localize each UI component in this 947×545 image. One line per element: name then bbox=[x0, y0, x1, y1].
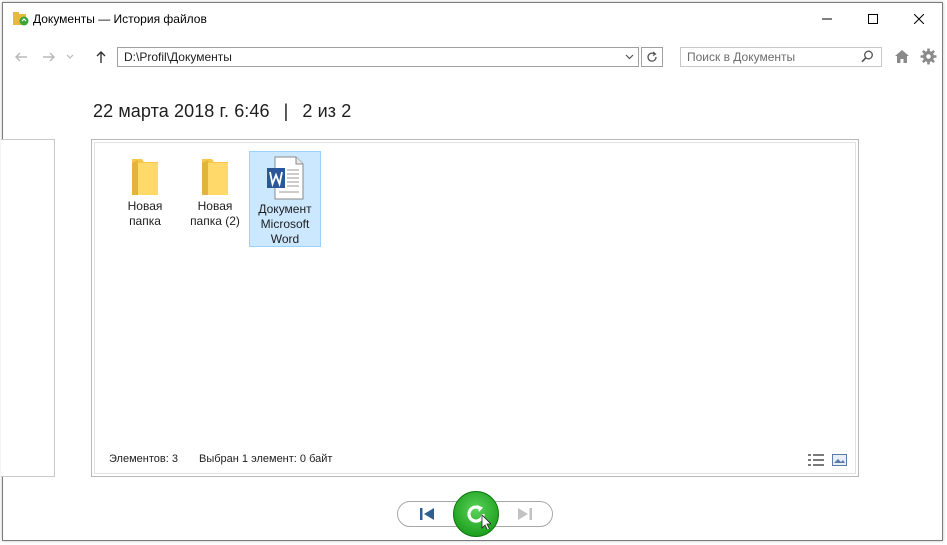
restore-button[interactable] bbox=[453, 491, 499, 537]
back-button[interactable] bbox=[11, 47, 31, 67]
status-bar: Элементов: 3 Выбран 1 элемент: 0 байт bbox=[109, 453, 350, 465]
snapshot-panel: Новая папка Новая папка (2) Документ Mic… bbox=[91, 139, 859, 477]
chevron-down-icon bbox=[66, 54, 74, 59]
folder-item[interactable]: Новая папка (2) bbox=[179, 151, 251, 247]
next-version-button[interactable] bbox=[515, 505, 535, 523]
title-bar: Документы — История файлов bbox=[3, 3, 942, 35]
address-dropdown-button[interactable] bbox=[621, 48, 637, 66]
window-title: Документы — История файлов bbox=[33, 12, 207, 26]
arrow-left-icon bbox=[15, 52, 27, 62]
close-button[interactable] bbox=[896, 3, 942, 35]
refresh-button[interactable] bbox=[641, 47, 663, 67]
snapshot-separator: | bbox=[283, 101, 289, 121]
minimize-icon bbox=[822, 18, 832, 20]
details-view-icon[interactable] bbox=[808, 454, 824, 466]
view-switcher bbox=[808, 454, 847, 466]
navigation-bar: D:\Profil\Документы Поиск в Документы bbox=[3, 43, 942, 71]
item-count: Элементов: 3 bbox=[109, 453, 178, 465]
item-label: Новая папка bbox=[127, 199, 163, 228]
previous-version-button[interactable] bbox=[417, 505, 437, 523]
chevron-down-icon bbox=[625, 54, 633, 60]
restore-icon bbox=[467, 505, 491, 529]
snapshot-header: 22 марта 2018 г. 6:46 | 2 из 2 bbox=[93, 101, 351, 122]
folder-item[interactable]: Новая папка bbox=[109, 151, 181, 247]
snapshot-position: 2 из 2 bbox=[302, 101, 352, 121]
word-document-item[interactable]: Документ Microsoft Word bbox=[249, 151, 321, 247]
skip-previous-icon bbox=[420, 508, 434, 520]
file-history-app-icon bbox=[13, 12, 29, 26]
previous-snapshot-panel[interactable] bbox=[1, 139, 55, 477]
word-document-icon bbox=[267, 156, 304, 200]
up-button[interactable] bbox=[91, 47, 111, 67]
folder-icon bbox=[202, 159, 228, 195]
gear-icon[interactable] bbox=[920, 48, 937, 65]
forward-button[interactable] bbox=[39, 47, 59, 67]
home-icon[interactable] bbox=[894, 49, 910, 64]
close-icon bbox=[914, 14, 924, 24]
maximize-button[interactable] bbox=[850, 3, 896, 35]
file-history-window: Документы — История файлов D:\Profil\Док… bbox=[1, 2, 943, 541]
item-label: Документ Microsoft Word bbox=[258, 202, 312, 246]
item-label: Новая папка (2) bbox=[190, 199, 240, 228]
large-icons-view-icon[interactable] bbox=[832, 454, 847, 466]
file-view: Новая папка Новая папка (2) Документ Mic… bbox=[94, 142, 856, 474]
search-placeholder: Поиск в Документы bbox=[687, 50, 796, 64]
arrow-right-icon bbox=[43, 52, 55, 62]
folder-icon bbox=[132, 159, 158, 195]
search-icon[interactable] bbox=[861, 50, 874, 63]
refresh-icon bbox=[647, 51, 657, 62]
address-bar[interactable]: D:\Profil\Документы bbox=[117, 47, 639, 67]
maximize-icon bbox=[868, 14, 878, 24]
arrow-up-icon bbox=[96, 51, 106, 63]
recent-locations-button[interactable] bbox=[63, 47, 77, 67]
snapshot-date: 22 марта 2018 г. 6:46 bbox=[93, 101, 270, 121]
selection-info: Выбран 1 элемент: 0 байт bbox=[199, 453, 333, 465]
minimize-button[interactable] bbox=[804, 3, 850, 35]
address-text: D:\Profil\Документы bbox=[124, 50, 232, 64]
search-input[interactable]: Поиск в Документы bbox=[680, 47, 882, 67]
skip-next-icon bbox=[518, 508, 532, 520]
